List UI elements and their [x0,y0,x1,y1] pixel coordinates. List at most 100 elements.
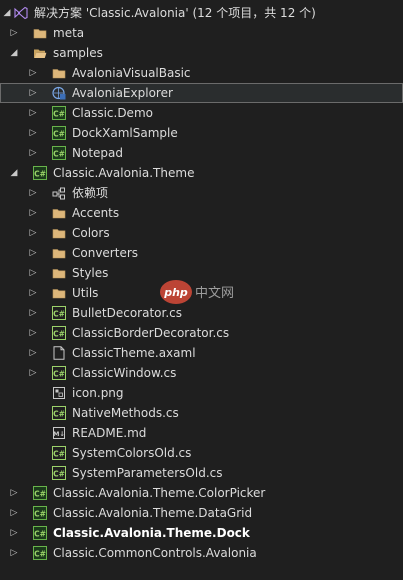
tree-item-converters[interactable]: ▷ Converters [0,243,403,263]
tree-item-theme-project[interactable]: ◢ Classic.Avalonia.Theme [0,163,403,183]
csharp-project-icon [52,126,66,140]
tree-item-label: DockXamlSample [72,126,178,140]
tree-item-colors[interactable]: ▷ Colors [0,223,403,243]
chevron-right-icon[interactable]: ▷ [27,83,39,103]
tree-item-dock-project[interactable]: ▷ Classic.Avalonia.Theme.Dock [0,523,403,543]
solution-icon [14,6,28,20]
tree-item-label: 依赖项 [72,186,109,200]
chevron-right-icon[interactable]: ▷ [8,23,20,43]
chevron-right-icon[interactable]: ▷ [8,543,20,563]
tree-item-label: SystemParametersOld.cs [72,466,223,480]
csharp-file-icon [52,466,66,480]
tree-item-label: Classic.Demo [72,106,153,120]
csharp-project-icon [33,486,47,500]
folder-icon [52,266,66,280]
watermark-logo-text: php [163,286,188,299]
tree-item-avalonia-explorer[interactable]: ▷ AvaloniaExplorer [0,83,403,103]
watermark-site-text: 中文网 [195,286,234,301]
chevron-down-icon[interactable]: ◢ [8,43,20,63]
tree-item-data-grid-project[interactable]: ▷ Classic.Avalonia.Theme.DataGrid [0,503,403,523]
folder-icon [52,66,66,80]
chevron-down-icon[interactable]: ◢ [8,163,20,183]
tree-item-dock-xaml-sample[interactable]: ▷ DockXamlSample [0,123,403,143]
tree-item-label: Classic.Avalonia.Theme.Dock [53,526,250,540]
tree-item-classic-border-decorator[interactable]: ▷ ClassicBorderDecorator.cs [0,323,403,343]
tree-item-label: Styles [72,266,109,280]
chevron-right-icon[interactable]: ▷ [27,143,39,163]
php-watermark-logo: php 中文网 [160,280,234,304]
tree-item-icon-png[interactable]: icon.png [0,383,403,403]
tree-item-label: meta [53,26,85,40]
dependencies-icon [52,186,66,200]
chevron-right-icon[interactable]: ▷ [8,483,20,503]
tree-item-notepad[interactable]: ▷ Notepad [0,143,403,163]
csharp-file-icon [52,406,66,420]
tree-item-meta[interactable]: ▷ meta [0,23,403,43]
tree-item-label: AvaloniaVisualBasic [72,66,191,80]
tree-item-label: Classic.Avalonia.Theme.ColorPicker [53,486,266,500]
tree-item-label: Converters [72,246,139,260]
tree-item-label: Classic.CommonControls.Avalonia [53,546,257,560]
tree-item-color-picker-project[interactable]: ▷ Classic.Avalonia.Theme.ColorPicker [0,483,403,503]
axaml-file-icon [52,346,66,360]
tree-item-classic-theme[interactable]: ▷ ClassicTheme.axaml [0,343,403,363]
chevron-right-icon[interactable]: ▷ [27,203,39,223]
csharp-file-icon [52,306,66,320]
tree-item-system-parameters-old[interactable]: SystemParametersOld.cs [0,463,403,483]
tree-item-label: ClassicBorderDecorator.cs [72,326,230,340]
chevron-right-icon[interactable]: ▷ [8,503,20,523]
chevron-right-icon[interactable]: ▷ [27,183,39,203]
folder-icon [52,226,66,240]
tree-item-common-controls-project[interactable]: ▷ Classic.CommonControls.Avalonia [0,543,403,563]
tree-item-label: ClassicTheme.axaml [72,346,196,360]
chevron-right-icon[interactable]: ▷ [8,523,20,543]
csharp-project-icon [33,166,47,180]
tree-item-accents[interactable]: ▷ Accents [0,203,403,223]
csharp-project-icon [52,146,66,160]
folder-open-icon [33,46,47,60]
tree-item-avalonia-visual-basic[interactable]: ▷ AvaloniaVisualBasic [0,63,403,83]
tree-item-label: README.md [72,426,147,440]
tree-item-classic-demo[interactable]: ▷ Classic.Demo [0,103,403,123]
solution-title: 解决方案 'Classic.Avalonia' (12 个项目，共 12 个) [34,6,316,20]
csharp-project-icon [52,106,66,120]
chevron-right-icon[interactable]: ▷ [27,123,39,143]
csharp-project-icon [33,506,47,520]
csharp-project-icon [33,546,47,560]
tree-item-label: samples [53,46,103,60]
markdown-file-icon [52,426,66,440]
folder-icon [52,246,66,260]
chevron-right-icon[interactable]: ▷ [27,103,39,123]
tree-item-system-colors-old[interactable]: SystemColorsOld.cs [0,443,403,463]
chevron-right-icon[interactable]: ▷ [27,243,39,263]
chevron-right-icon[interactable]: ▷ [27,303,39,323]
chevron-right-icon[interactable]: ▷ [27,363,39,383]
tree-item-label: Accents [72,206,120,220]
image-file-icon [52,386,66,400]
csharp-file-icon [52,366,66,380]
chevron-right-icon[interactable]: ▷ [27,323,39,343]
tree-item-samples[interactable]: ◢ samples [0,43,403,63]
csharp-project-icon [33,526,47,540]
chevron-right-icon[interactable]: ▷ [27,283,39,303]
chevron-right-icon[interactable]: ▷ [27,263,39,283]
tree-item-label: Utils [72,286,99,300]
chevron-right-icon[interactable]: ▷ [27,63,39,83]
chevron-down-icon[interactable]: ◢ [1,3,13,23]
tree-item-solution[interactable]: ◢ 解决方案 'Classic.Avalonia' (12 个项目，共 12 个… [0,3,403,23]
chevron-right-icon[interactable]: ▷ [27,223,39,243]
tree-item-label: SystemColorsOld.cs [72,446,192,460]
tree-item-dependencies[interactable]: ▷ 依赖项 [0,183,403,203]
folder-icon [52,206,66,220]
tree-item-label: AvaloniaExplorer [72,86,173,100]
chevron-right-icon[interactable]: ▷ [27,343,39,363]
tree-item-native-methods[interactable]: NativeMethods.cs [0,403,403,423]
tree-item-label: Colors [72,226,110,240]
tree-item-readme[interactable]: README.md [0,423,403,443]
tree-item-label: ClassicWindow.cs [72,366,177,380]
tree-item-label: NativeMethods.cs [72,406,179,420]
tree-item-classic-window[interactable]: ▷ ClassicWindow.cs [0,363,403,383]
tree-item-label: Classic.Avalonia.Theme.DataGrid [53,506,253,520]
tree-item-label: icon.png [72,386,124,400]
tree-item-label: Classic.Avalonia.Theme [53,166,195,180]
